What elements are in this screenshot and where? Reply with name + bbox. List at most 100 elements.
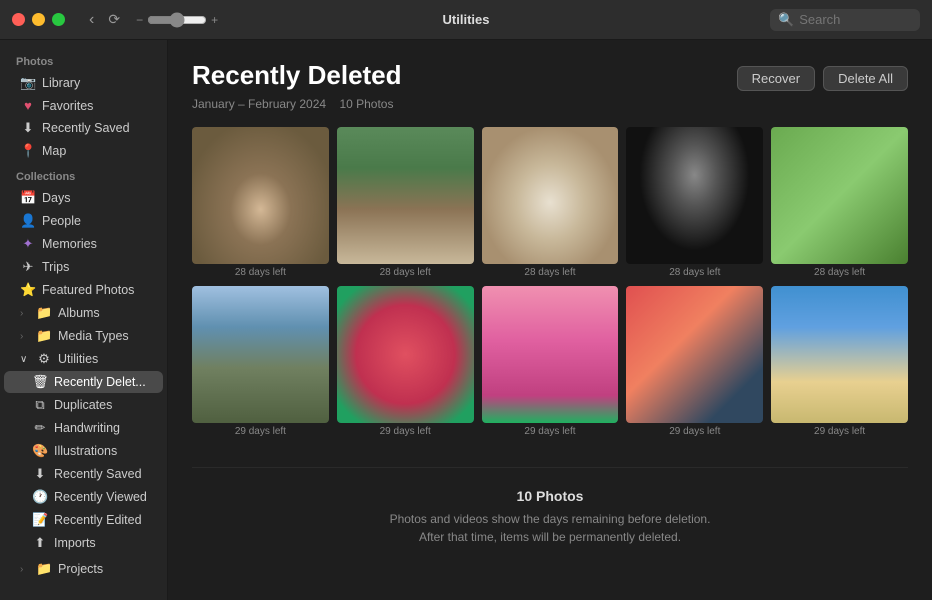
- recently-viewed-icon: 🕐: [32, 489, 48, 505]
- sidebar-item-projects[interactable]: › 📁 Projects: [4, 558, 163, 580]
- handwriting-icon: ✏: [32, 420, 48, 436]
- sidebar-label-recently-viewed: Recently Viewed: [54, 490, 147, 504]
- sidebar-item-memories[interactable]: ✦ Memories: [4, 233, 163, 255]
- sidebar-label-map: Map: [42, 144, 66, 158]
- sidebar-item-recently-edited[interactable]: 📝 Recently Edited: [4, 509, 163, 531]
- search-input[interactable]: [799, 12, 912, 27]
- duplicates-icon: ⧉: [32, 397, 48, 413]
- photo-image-8: [482, 286, 619, 423]
- featured-photos-icon: ⭐: [20, 282, 36, 298]
- sidebar-item-people[interactable]: 👤 People: [4, 210, 163, 232]
- sidebar-item-map[interactable]: 📍 Map: [4, 140, 163, 162]
- footer-line1: Photos and videos show the days remainin…: [390, 512, 711, 526]
- sidebar-label-media-types: Media Types: [58, 329, 129, 343]
- photo-image-7: [337, 286, 474, 423]
- maximize-button[interactable]: [52, 13, 65, 26]
- media-types-icon: 📁: [36, 328, 52, 344]
- photo-grid: 28 days left28 days left28 days left28 d…: [192, 127, 908, 437]
- recover-button[interactable]: Recover: [737, 66, 815, 91]
- sidebar-label-recently-edited: Recently Edited: [54, 513, 142, 527]
- sidebar-item-duplicates[interactable]: ⧉ Duplicates: [4, 394, 163, 416]
- sidebar-item-handwriting[interactable]: ✏ Handwriting: [4, 417, 163, 439]
- photo-cell-2[interactable]: 28 days left: [337, 127, 474, 278]
- footer-line2: After that time, items will be permanent…: [419, 530, 681, 544]
- photo-cell-4[interactable]: 28 days left: [626, 127, 763, 278]
- sidebar-item-days[interactable]: 📅 Days: [4, 187, 163, 209]
- photo-cell-8[interactable]: 29 days left: [482, 286, 619, 437]
- delete-all-button[interactable]: Delete All: [823, 66, 908, 91]
- photo-cell-10[interactable]: 29 days left: [771, 286, 908, 437]
- sidebar-item-library[interactable]: 📷 Library: [4, 72, 163, 94]
- titlebar: ‹ ⟳ − + Utilities 🔍: [0, 0, 932, 40]
- zoom-slider[interactable]: [147, 12, 207, 28]
- footer-count: 10 Photos: [192, 488, 908, 504]
- sidebar-label-projects: Projects: [58, 562, 103, 576]
- photo-thumb-6: [192, 286, 329, 423]
- favorites-icon: ♥: [20, 98, 36, 113]
- main-layout: Photos 📷 Library ♥ Favorites ⬇ Recently …: [0, 40, 932, 600]
- content-footer: 10 Photos Photos and videos show the day…: [192, 467, 908, 556]
- photo-cell-5[interactable]: 28 days left: [771, 127, 908, 278]
- sidebar-label-duplicates: Duplicates: [54, 398, 112, 412]
- memories-icon: ✦: [20, 236, 36, 252]
- sidebar-item-trips[interactable]: ✈ Trips: [4, 256, 163, 278]
- sidebar-item-illustrations[interactable]: 🎨 Illustrations: [4, 440, 163, 462]
- photo-cell-6[interactable]: 29 days left: [192, 286, 329, 437]
- albums-chevron-left: ›: [20, 308, 30, 319]
- recently-deleted-icon: 🗑: [32, 374, 48, 390]
- photo-image-5: [771, 127, 908, 264]
- zoom-minus-icon: −: [136, 13, 143, 27]
- photo-thumb-1: [192, 127, 329, 264]
- sidebar-item-featured-photos[interactable]: ⭐ Featured Photos: [4, 279, 163, 301]
- photo-label-2: 28 days left: [337, 267, 474, 278]
- sidebar-item-media-types[interactable]: › 📁 Media Types: [4, 325, 163, 347]
- back-button[interactable]: ‹: [85, 9, 98, 31]
- rotate-button[interactable]: ⟳: [104, 9, 124, 30]
- sidebar-item-recently-deleted[interactable]: 🗑 Recently Delet...: [4, 371, 163, 393]
- recently-saved-icon: ⬇: [20, 120, 36, 136]
- photo-cell-7[interactable]: 29 days left: [337, 286, 474, 437]
- sidebar-item-imports[interactable]: ⬆ Imports: [4, 532, 163, 554]
- sidebar-label-memories: Memories: [42, 237, 97, 251]
- window-title: Utilities: [443, 12, 490, 27]
- sidebar-item-utilities[interactable]: ∨ ⚙ Utilities: [4, 348, 163, 370]
- minimize-button[interactable]: [32, 13, 45, 26]
- photo-label-3: 28 days left: [482, 267, 619, 278]
- sidebar-item-recently-saved-util[interactable]: ⬇ Recently Saved: [4, 463, 163, 485]
- sidebar-label-illustrations: Illustrations: [54, 444, 117, 458]
- close-button[interactable]: [12, 13, 25, 26]
- sidebar-label-imports: Imports: [54, 536, 96, 550]
- content-area: Recently Deleted Recover Delete All Janu…: [168, 40, 932, 600]
- library-icon: 📷: [20, 75, 36, 91]
- sidebar-item-recently-viewed[interactable]: 🕐 Recently Viewed: [4, 486, 163, 508]
- media-types-chevron-left: ›: [20, 331, 30, 342]
- photo-cell-3[interactable]: 28 days left: [482, 127, 619, 278]
- photo-image-6: [192, 286, 329, 423]
- photo-label-7: 29 days left: [337, 426, 474, 437]
- photo-image-3: [482, 127, 619, 264]
- sidebar-item-recently-saved[interactable]: ⬇ Recently Saved: [4, 117, 163, 139]
- page-title: Recently Deleted: [192, 60, 402, 91]
- zoom-control: − +: [136, 12, 218, 28]
- sidebar-label-days: Days: [42, 191, 70, 205]
- sidebar-item-albums[interactable]: › 📁 Albums: [4, 302, 163, 324]
- photo-thumb-9: [626, 286, 763, 423]
- photo-thumb-4: [626, 127, 763, 264]
- recently-saved-util-icon: ⬇: [32, 466, 48, 482]
- photo-image-9: [626, 286, 763, 423]
- content-actions: Recover Delete All: [737, 66, 908, 91]
- photo-label-10: 29 days left: [771, 426, 908, 437]
- footer-desc: Photos and videos show the days remainin…: [192, 510, 908, 546]
- search-bar[interactable]: 🔍: [770, 9, 920, 31]
- nav-controls: ‹ ⟳ − +: [85, 9, 218, 31]
- photo-thumb-7: [337, 286, 474, 423]
- date-range: January – February 2024: [192, 97, 326, 111]
- search-icon: 🔍: [778, 12, 794, 28]
- sidebar-item-favorites[interactable]: ♥ Favorites: [4, 95, 163, 116]
- photo-cell-1[interactable]: 28 days left: [192, 127, 329, 278]
- sidebar-label-recently-deleted: Recently Delet...: [54, 375, 146, 389]
- people-icon: 👤: [20, 213, 36, 229]
- photo-thumb-2: [337, 127, 474, 264]
- photo-label-8: 29 days left: [482, 426, 619, 437]
- photo-cell-9[interactable]: 29 days left: [626, 286, 763, 437]
